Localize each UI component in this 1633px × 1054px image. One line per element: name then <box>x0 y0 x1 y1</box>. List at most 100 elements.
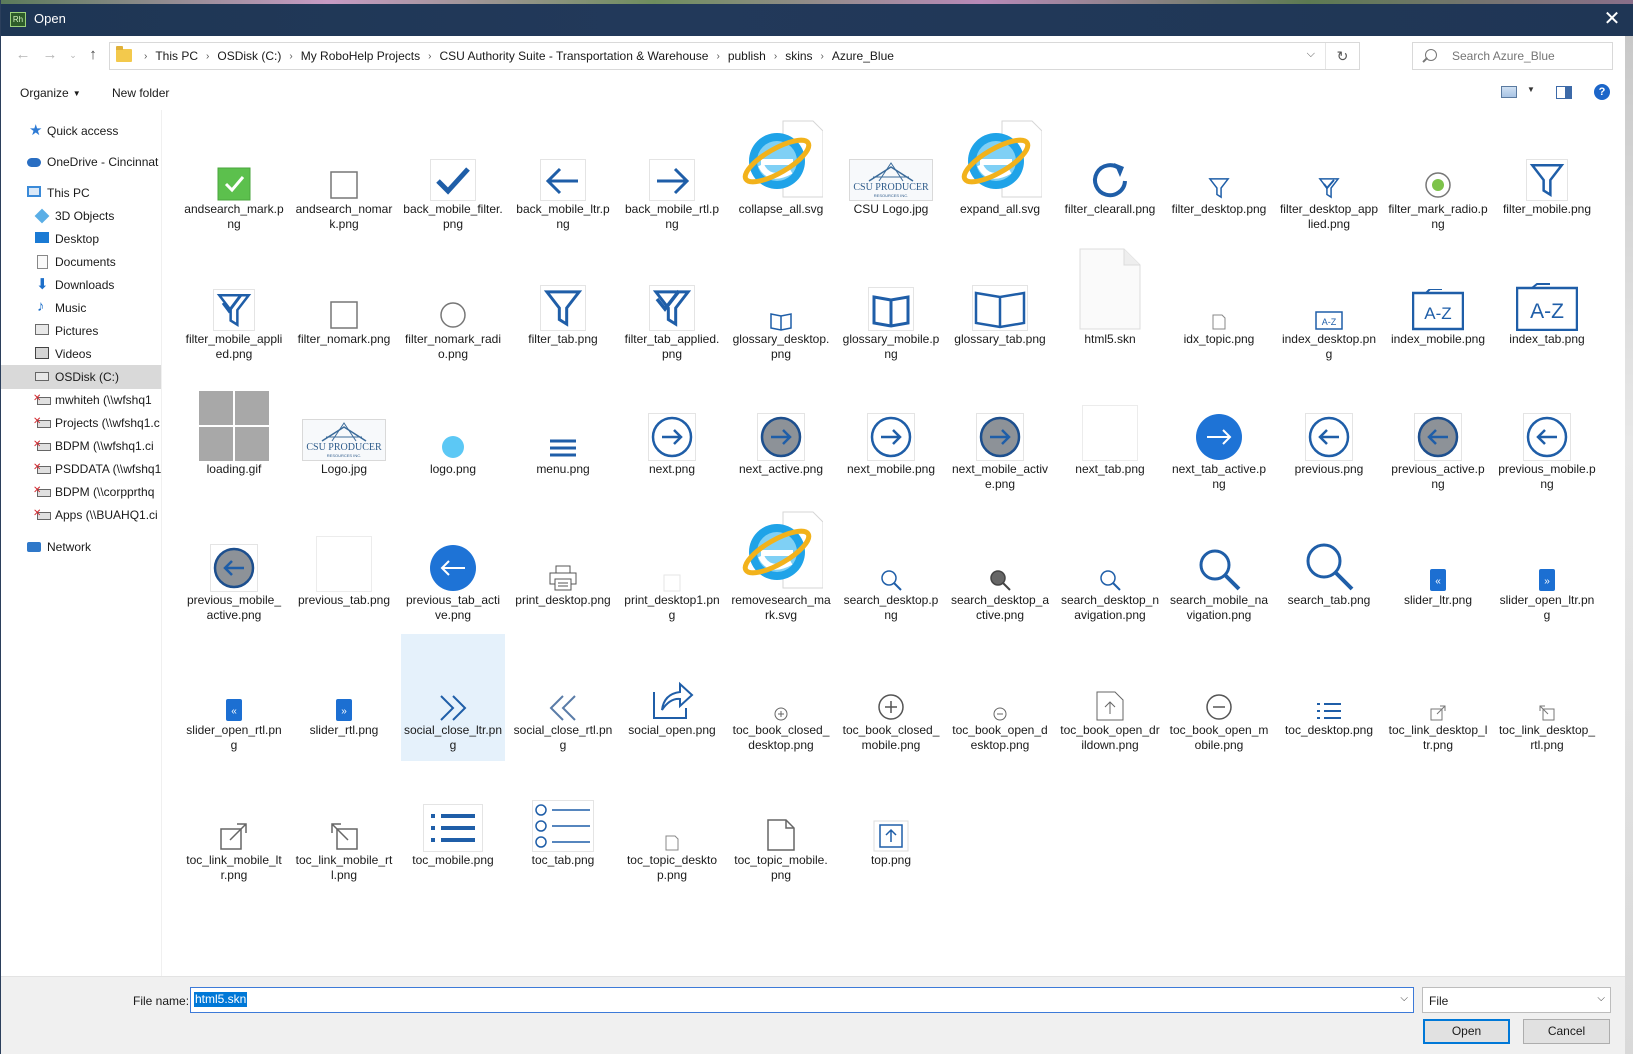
breadcrumb-item[interactable]: Azure_Blue <box>832 49 894 63</box>
file-tile[interactable]: glossary_tab.png <box>948 243 1052 370</box>
file-tile[interactable]: next_tab.png <box>1058 373 1162 500</box>
filename-value[interactable]: html5.skn <box>194 992 248 1007</box>
up-arrow-icon[interactable]: ↑ <box>83 45 103 65</box>
file-tile[interactable]: previous_tab_active.png <box>401 504 505 631</box>
nav-item-quick-access[interactable]: ★ Quick access <box>1 119 161 143</box>
file-tile[interactable]: next_mobile_active.png <box>948 373 1052 500</box>
file-tile[interactable]: toc_topic_mobile.png <box>729 764 833 891</box>
file-tile[interactable]: expand_all.svg <box>948 113 1052 240</box>
file-tile[interactable]: social_open.png <box>620 634 724 761</box>
file-tile[interactable]: previous_active.png <box>1386 373 1490 500</box>
file-tile[interactable]: A-Z index_tab.png <box>1495 243 1599 370</box>
file-tile[interactable]: toc_mobile.png <box>401 764 505 891</box>
breadcrumb-item[interactable]: My RoboHelp Projects <box>301 49 420 63</box>
nav-item-desktop[interactable]: Desktop <box>1 227 161 251</box>
nav-item-onedrive-cincinnat[interactable]: OneDrive - Cincinnat <box>1 150 161 174</box>
file-tile[interactable]: previous.png <box>1277 373 1381 500</box>
new-folder-button[interactable]: New folder <box>112 86 169 100</box>
nav-item-network[interactable]: Network <box>1 535 161 559</box>
file-tile[interactable]: loading.gif <box>182 373 286 500</box>
cancel-button[interactable]: Cancel <box>1523 1019 1610 1044</box>
forward-arrow-icon[interactable]: → <box>40 45 60 65</box>
file-tile[interactable]: search_desktop_active.png <box>948 504 1052 631</box>
file-tile[interactable]: CSU PRODUCER RESOURCES INC. Logo.jpg <box>292 373 396 500</box>
file-tile[interactable]: previous_mobile.png <box>1495 373 1599 500</box>
file-tile[interactable]: idx_topic.png <box>1167 243 1271 370</box>
file-tile[interactable]: « slider_open_rtl.png <box>182 634 286 761</box>
file-tile[interactable]: toc_link_desktop_rtl.png <box>1495 634 1599 761</box>
breadcrumb-item[interactable]: skins <box>785 49 812 63</box>
file-tile[interactable]: toc_book_closed_desktop.png <box>729 634 833 761</box>
breadcrumb-separator-icon[interactable]: › <box>774 51 777 62</box>
address-dropdown-chevron-icon[interactable]: ⌵ <box>1307 48 1315 61</box>
breadcrumb-item[interactable]: publish <box>728 49 766 63</box>
breadcrumb-separator-icon[interactable]: › <box>289 51 292 62</box>
file-tile[interactable]: top.png <box>839 764 943 891</box>
file-tile[interactable]: CSU PRODUCER RESOURCES INC. CSU Logo.jpg <box>839 113 943 240</box>
file-tile[interactable]: » slider_open_ltr.png <box>1495 504 1599 631</box>
back-arrow-icon[interactable]: ← <box>13 45 33 65</box>
file-tile[interactable]: social_close_rtl.png <box>511 634 615 761</box>
file-tile[interactable]: back_mobile_rtl.png <box>620 113 724 240</box>
preview-pane-icon[interactable] <box>1556 86 1572 99</box>
nav-item-bdpm-wfshq1-ci[interactable]: BDPM (\\wfshq1.ci <box>1 434 161 458</box>
nav-item-apps-buahq1-ci[interactable]: Apps (\\BUAHQ1.ci <box>1 503 161 527</box>
filename-dropdown-chevron-icon[interactable]: ⌵ <box>1400 993 1408 1004</box>
file-tile[interactable]: filter_mobile_applied.png <box>182 243 286 370</box>
filename-field[interactable]: html5.skn ⌵ <box>190 987 1414 1013</box>
file-tile[interactable]: A-Z index_mobile.png <box>1386 243 1490 370</box>
file-tile[interactable]: glossary_desktop.png <box>729 243 833 370</box>
file-tile[interactable]: toc_desktop.png <box>1277 634 1381 761</box>
file-tile[interactable]: removesearch_mark.svg <box>729 504 833 631</box>
file-tile[interactable]: » slider_rtl.png <box>292 634 396 761</box>
address-bar[interactable]: › This PC › OSDisk (C:) › My RoboHelp Project… <box>109 42 1360 70</box>
nav-item-psddata-wfshq1[interactable]: PSDDATA (\\wfshq1 <box>1 457 161 481</box>
change-view-icon[interactable] <box>1501 86 1517 98</box>
nav-item-3d-objects[interactable]: 3D Objects <box>1 204 161 228</box>
file-tile[interactable]: toc_topic_desktop.png <box>620 764 724 891</box>
nav-item-mwhiteh-wfshq1[interactable]: mwhiteh (\\wfshq1 <box>1 388 161 412</box>
file-tile[interactable]: andsearch_mark.png <box>182 113 286 240</box>
file-tile[interactable]: filter_clearall.png <box>1058 113 1162 240</box>
close-icon[interactable]: ✕ <box>1598 8 1626 32</box>
file-tile[interactable]: previous_tab.png <box>292 504 396 631</box>
file-tile[interactable]: toc_link_mobile_ltr.png <box>182 764 286 891</box>
file-tile[interactable]: social_close_ltr.png <box>401 634 505 761</box>
file-tile[interactable]: menu.png <box>511 373 615 500</box>
file-tile[interactable]: toc_tab.png <box>511 764 615 891</box>
nav-item-osdisk-c[interactable]: OSDisk (C:) <box>1 365 161 389</box>
file-tile[interactable]: filter_desktop.png <box>1167 113 1271 240</box>
breadcrumb-item[interactable]: OSDisk (C:) <box>217 49 281 63</box>
help-icon[interactable]: ? <box>1594 84 1610 100</box>
nav-item-projects-wfshq1-c[interactable]: Projects (\\wfshq1.c <box>1 411 161 435</box>
breadcrumb-separator-icon[interactable]: › <box>144 51 147 62</box>
file-tile[interactable]: print_desktop1.png <box>620 504 724 631</box>
file-tile[interactable]: html5.skn <box>1058 243 1162 370</box>
file-tile[interactable]: next_active.png <box>729 373 833 500</box>
file-tile[interactable]: print_desktop.png <box>511 504 615 631</box>
file-tile[interactable]: filter_tab.png <box>511 243 615 370</box>
file-tile[interactable]: back_mobile_ltr.png <box>511 113 615 240</box>
file-tile[interactable]: filter_tab_applied.png <box>620 243 724 370</box>
recent-chevron-down-icon[interactable]: ⌄ <box>63 45 83 65</box>
file-tile[interactable]: toc_book_open_drildown.png <box>1058 634 1162 761</box>
file-tile[interactable]: next_tab_active.png <box>1167 373 1271 500</box>
nav-item-downloads[interactable]: ⬇ Downloads <box>1 273 161 297</box>
file-tile[interactable]: toc_link_mobile_rtl.png <box>292 764 396 891</box>
breadcrumb-item[interactable]: This PC <box>155 49 198 63</box>
search-input[interactable] <box>1450 47 1610 65</box>
file-tile[interactable]: andsearch_nomark.png <box>292 113 396 240</box>
file-tile[interactable]: collapse_all.svg <box>729 113 833 240</box>
nav-item-this-pc[interactable]: This PC <box>1 181 161 205</box>
file-tile[interactable]: filter_mobile.png <box>1495 113 1599 240</box>
file-tile[interactable]: toc_book_closed_mobile.png <box>839 634 943 761</box>
breadcrumb-separator-icon[interactable]: › <box>428 51 431 62</box>
breadcrumb-item[interactable]: CSU Authority Suite - Transportation & W… <box>439 49 708 63</box>
file-tile[interactable]: back_mobile_filter.png <box>401 113 505 240</box>
refresh-icon[interactable]: ↻ <box>1325 43 1359 69</box>
file-tile[interactable]: logo.png <box>401 373 505 500</box>
file-tile[interactable]: toc_link_desktop_ltr.png <box>1386 634 1490 761</box>
nav-item-pictures[interactable]: Pictures <box>1 319 161 343</box>
file-tile[interactable]: next.png <box>620 373 724 500</box>
file-tile[interactable]: filter_nomark_radio.png <box>401 243 505 370</box>
